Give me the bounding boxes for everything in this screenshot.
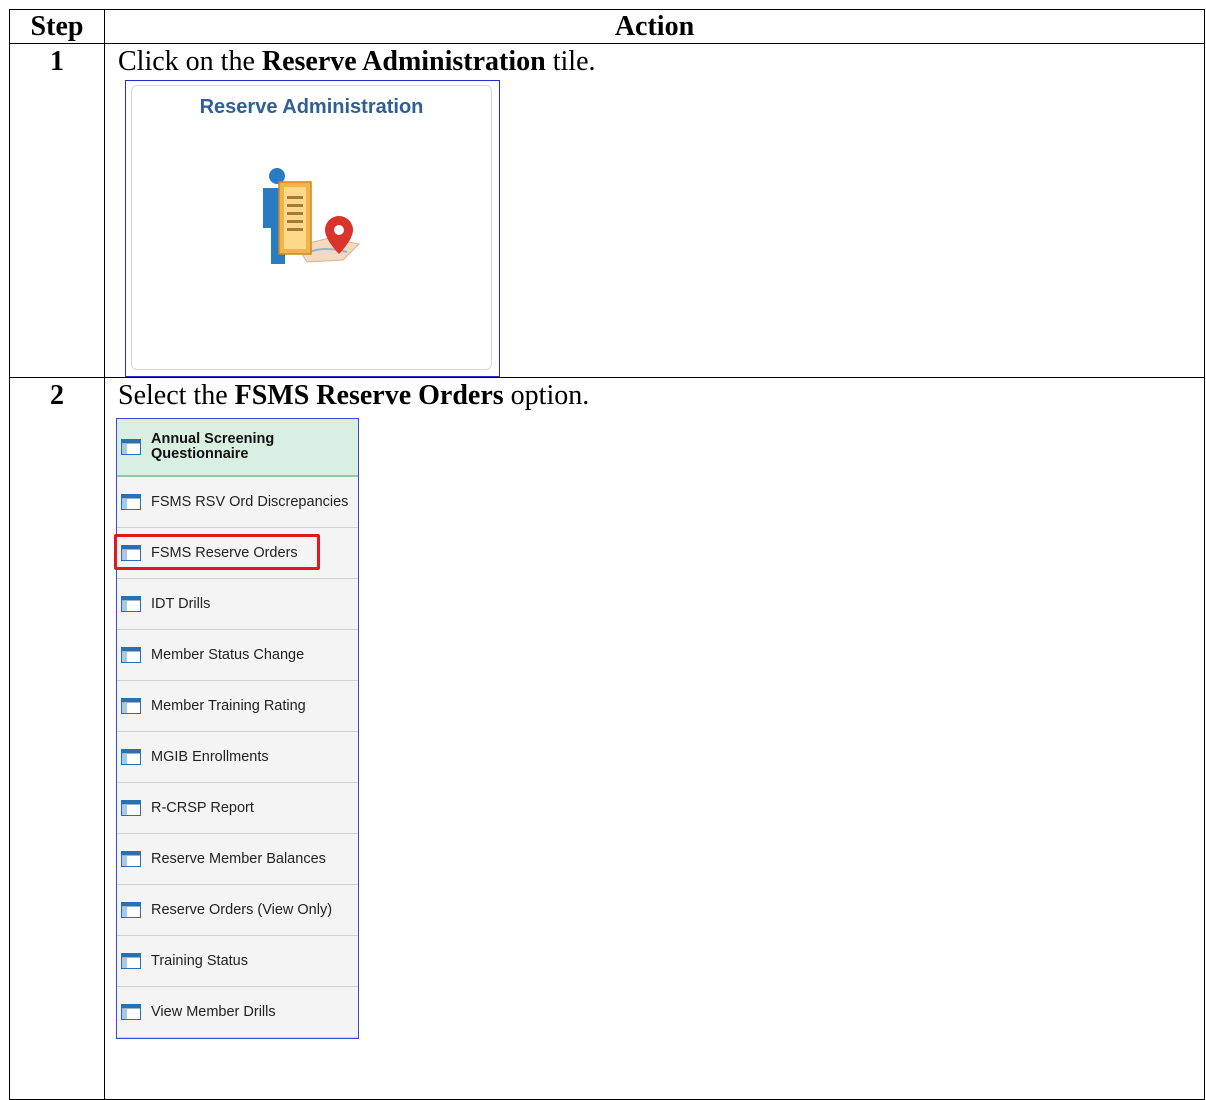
menu-item-reserve-orders-view-only[interactable]: Reserve Orders (View Only) — [117, 885, 358, 936]
action-header: Action — [104, 9, 1205, 44]
menu-item-label: View Member Drills — [151, 1004, 276, 1020]
step-row-1: 1 Click on the Reserve Administration ti… — [9, 43, 1205, 378]
menu-item-idt-drills[interactable]: IDT Drills — [117, 579, 358, 630]
instruction-plain: option. — [503, 380, 590, 411]
menu-item-member-training-rating[interactable]: Member Training Rating — [117, 681, 358, 732]
component-page-icon — [121, 647, 141, 663]
tile-screenshot: Reserve Administration — [125, 80, 500, 377]
reserve-administration-menu: Annual Screening Questionnaire FSMS RSV … — [114, 418, 359, 1039]
menu-item-label: MGIB Enrollments — [151, 749, 269, 765]
action-cell: Click on the Reserve Administration tile… — [104, 43, 1205, 378]
action-cell: Select the FSMS Reserve Orders option. A… — [104, 377, 1205, 1100]
menu-item-label: Member Training Rating — [151, 698, 306, 714]
menu-item-reserve-member-balances[interactable]: Reserve Member Balances — [117, 834, 358, 885]
menu-item-training-status[interactable]: Training Status — [117, 936, 358, 987]
menu-item-label: FSMS Reserve Orders — [151, 545, 298, 561]
reserve-administration-tile[interactable]: Reserve Administration — [131, 85, 492, 370]
menu-item-label: Member Status Change — [151, 647, 305, 663]
instruction-plain: tile. — [545, 46, 596, 77]
header-row: Step Action — [9, 9, 1205, 44]
menu-item-member-status-change[interactable]: Member Status Change — [117, 630, 358, 681]
instruction-plain: Select the — [118, 380, 235, 411]
menu-item-annual-screening-questionnaire[interactable]: Annual Screening Questionnaire — [117, 419, 358, 477]
component-page-icon — [121, 902, 141, 918]
menu-item-label: Reserve Member Balances — [151, 851, 326, 867]
instruction-bold: Reserve Administration — [261, 46, 546, 77]
component-page-icon — [121, 1004, 141, 1020]
step-number: 2 — [9, 377, 105, 1100]
menu-item-fsms-reserve-orders[interactable]: FSMS Reserve Orders — [114, 528, 358, 579]
menu-item-view-member-drills[interactable]: View Member Drills — [117, 987, 358, 1038]
step-number: 1 — [9, 43, 105, 378]
component-page-icon — [121, 596, 141, 612]
menu-item-label: IDT Drills — [151, 596, 211, 612]
menu-item-fsms-rsv-ord-discrepancies[interactable]: FSMS RSV Ord Discrepancies — [117, 477, 358, 528]
component-page-icon — [121, 749, 141, 765]
instruction-table: Step Action 1 Click on the Reserve Admin… — [9, 9, 1205, 1100]
tile-title: Reserve Administration — [199, 96, 424, 118]
instruction-text: Click on the Reserve Administration tile… — [105, 44, 1204, 78]
component-page-icon — [121, 494, 141, 510]
instruction-plain: Click on the — [118, 46, 262, 77]
instruction-bold: FSMS Reserve Orders — [234, 380, 504, 411]
menu-item-mgib-enrollments[interactable]: MGIB Enrollments — [117, 732, 358, 783]
menu-item-label: Reserve Orders (View Only) — [151, 902, 333, 918]
step-header: Step — [9, 9, 105, 44]
component-page-icon — [121, 800, 141, 816]
step-row-2: 2 Select the FSMS Reserve Orders option.… — [9, 377, 1205, 1100]
menu-item-label: FSMS RSV Ord Discrepancies — [151, 494, 349, 510]
menu-item-label: Annual Screening Questionnaire — [151, 431, 275, 462]
component-page-icon — [121, 545, 141, 561]
instruction-text: Select the FSMS Reserve Orders option. — [105, 378, 1204, 412]
person-document-map-pin-icon — [263, 168, 361, 264]
component-page-icon — [121, 698, 141, 714]
component-page-icon — [121, 953, 141, 969]
menu-item-label: Training Status — [151, 953, 248, 969]
menu-item-label: R-CRSP Report — [151, 800, 254, 816]
menu-item-r-crsp-report[interactable]: R-CRSP Report — [117, 783, 358, 834]
component-page-icon — [121, 851, 141, 867]
component-page-icon — [121, 439, 141, 455]
